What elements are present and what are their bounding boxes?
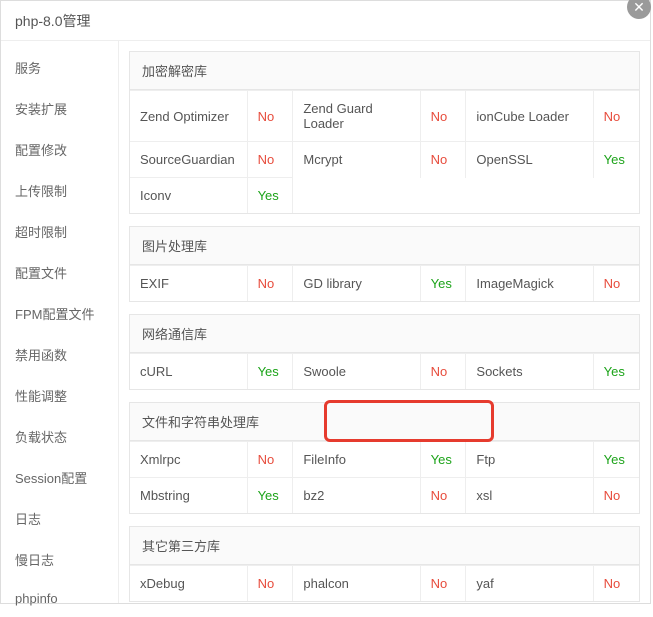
ext-status: No [420, 478, 466, 514]
table-row: XmlrpcNoFileInfoYesFtpYes [130, 442, 639, 478]
ext-name: SourceGuardian [130, 142, 247, 178]
ext-status: No [420, 354, 466, 390]
table-row: Zend OptimizerNoZend Guard LoaderNoionCu… [130, 91, 639, 142]
section-title: 文件和字符串处理库 [130, 403, 639, 441]
table-row: MbstringYesbz2NoxslNo [130, 478, 639, 514]
extension-table: XmlrpcNoFileInfoYesFtpYesMbstringYesbz2N… [130, 441, 639, 513]
sidebar-item-2[interactable]: 配置修改 [1, 129, 118, 170]
ext-status: Yes [247, 478, 293, 514]
ext-status: Yes [420, 442, 466, 478]
sidebar-item-10[interactable]: Session配置 [1, 457, 118, 498]
ext-status: No [420, 91, 466, 142]
close-glyph: ✕ [633, 0, 645, 16]
ext-status: No [247, 442, 293, 478]
modal-title: php-8.0管理 [15, 13, 90, 29]
ext-name: EXIF [130, 266, 247, 302]
table-row: SourceGuardianNoMcryptNoOpenSSLYes [130, 142, 639, 178]
ext-status: No [247, 566, 293, 602]
sidebar-item-6[interactable]: FPM配置文件 [1, 293, 118, 334]
main-panel: 加密解密库Zend OptimizerNoZend Guard LoaderNo… [119, 41, 650, 603]
section-3: 文件和字符串处理库XmlrpcNoFileInfoYesFtpYesMbstri… [129, 402, 640, 514]
ext-status [593, 178, 639, 214]
table-row: EXIFNoGD libraryYesImageMagickNo [130, 266, 639, 302]
section-title: 图片处理库 [130, 227, 639, 265]
ext-name [466, 178, 593, 214]
ext-name: Xmlrpc [130, 442, 247, 478]
ext-name: phalcon [293, 566, 420, 602]
ext-status: No [593, 566, 639, 602]
extension-table: xDebugNophalconNoyafNo [130, 565, 639, 601]
ext-status: Yes [247, 354, 293, 390]
ext-status: No [247, 266, 293, 302]
ext-name: cURL [130, 354, 247, 390]
extension-table: EXIFNoGD libraryYesImageMagickNo [130, 265, 639, 301]
ext-name: xDebug [130, 566, 247, 602]
ext-status: Yes [593, 142, 639, 178]
sidebar-item-13[interactable]: phpinfo [1, 580, 118, 617]
extension-table: cURLYesSwooleNoSocketsYes [130, 353, 639, 389]
ext-name: Ftp [466, 442, 593, 478]
sidebar: 服务安装扩展配置修改上传限制超时限制配置文件FPM配置文件禁用函数性能调整负载状… [1, 41, 119, 603]
sidebar-item-3[interactable]: 上传限制 [1, 170, 118, 211]
ext-name [293, 178, 420, 214]
ext-status: Yes [593, 442, 639, 478]
table-row: xDebugNophalconNoyafNo [130, 566, 639, 602]
ext-name: Sockets [466, 354, 593, 390]
ext-name: GD library [293, 266, 420, 302]
ext-name: ionCube Loader [466, 91, 593, 142]
sidebar-item-7[interactable]: 禁用函数 [1, 334, 118, 375]
ext-name: Mbstring [130, 478, 247, 514]
ext-status: No [593, 478, 639, 514]
section-4: 其它第三方库xDebugNophalconNoyafNo [129, 526, 640, 602]
sidebar-item-0[interactable]: 服务 [1, 47, 118, 88]
modal-title-bar: php-8.0管理 [1, 1, 650, 41]
sidebar-item-9[interactable]: 负载状态 [1, 416, 118, 457]
ext-status: No [593, 91, 639, 142]
table-row: cURLYesSwooleNoSocketsYes [130, 354, 639, 390]
ext-status: No [593, 266, 639, 302]
ext-name: Mcrypt [293, 142, 420, 178]
section-2: 网络通信库cURLYesSwooleNoSocketsYes [129, 314, 640, 390]
ext-status: No [247, 142, 293, 178]
ext-status: Yes [593, 354, 639, 390]
ext-name: xsl [466, 478, 593, 514]
sidebar-item-8[interactable]: 性能调整 [1, 375, 118, 416]
ext-name: Zend Optimizer [130, 91, 247, 142]
ext-name: bz2 [293, 478, 420, 514]
ext-status: Yes [420, 266, 466, 302]
section-0: 加密解密库Zend OptimizerNoZend Guard LoaderNo… [129, 51, 640, 214]
ext-name: OpenSSL [466, 142, 593, 178]
ext-name: Iconv [130, 178, 247, 214]
sidebar-item-11[interactable]: 日志 [1, 498, 118, 539]
sidebar-item-4[interactable]: 超时限制 [1, 211, 118, 252]
ext-status [420, 178, 466, 214]
section-title: 网络通信库 [130, 315, 639, 353]
sidebar-item-1[interactable]: 安装扩展 [1, 88, 118, 129]
sidebar-item-12[interactable]: 慢日志 [1, 539, 118, 580]
ext-name: yaf [466, 566, 593, 602]
ext-status: Yes [247, 178, 293, 214]
table-row: IconvYes [130, 178, 639, 214]
ext-name: Swoole [293, 354, 420, 390]
ext-status: No [247, 91, 293, 142]
extension-table: Zend OptimizerNoZend Guard LoaderNoionCu… [130, 90, 639, 213]
ext-name: FileInfo [293, 442, 420, 478]
section-title: 其它第三方库 [130, 527, 639, 565]
ext-name: ImageMagick [466, 266, 593, 302]
sidebar-item-5[interactable]: 配置文件 [1, 252, 118, 293]
php-manager-modal: ✕ php-8.0管理 服务安装扩展配置修改上传限制超时限制配置文件FPM配置文… [0, 0, 651, 604]
ext-name: Zend Guard Loader [293, 91, 420, 142]
section-title: 加密解密库 [130, 52, 639, 90]
ext-status: No [420, 566, 466, 602]
ext-status: No [420, 142, 466, 178]
section-1: 图片处理库EXIFNoGD libraryYesImageMagickNo [129, 226, 640, 302]
